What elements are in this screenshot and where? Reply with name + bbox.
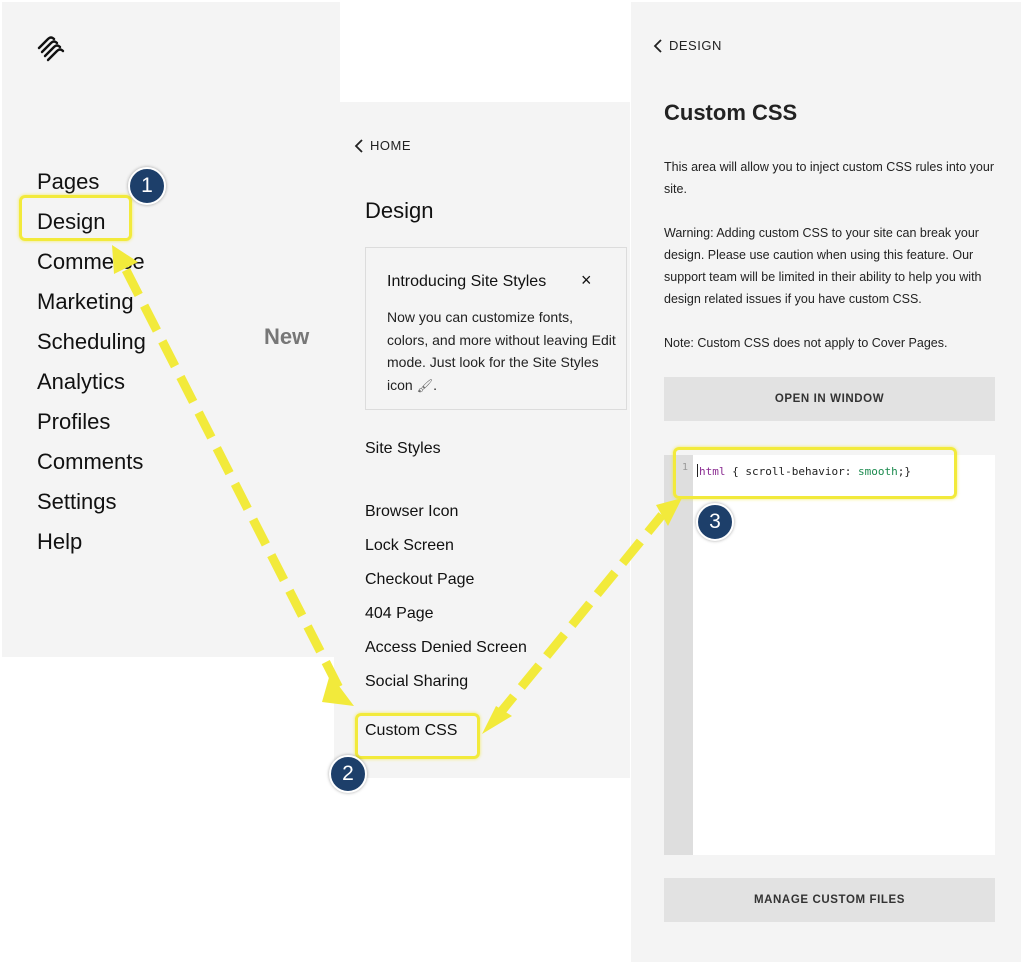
card-body: Now you can customize fonts, colors, and… <box>387 306 617 397</box>
list-item-lock-screen[interactable]: Lock Screen <box>365 529 527 563</box>
list-item-access-denied[interactable]: Access Denied Screen <box>365 631 527 665</box>
back-label: HOME <box>370 138 411 153</box>
chevron-left-icon <box>354 138 363 153</box>
open-in-window-button[interactable]: OPEN IN WINDOW <box>664 377 995 421</box>
intro-text: This area will allow you to inject custo… <box>664 160 994 196</box>
editor-gutter: 1 <box>664 455 693 855</box>
step-badge-3: 3 <box>696 503 734 541</box>
step-badge-2: 2 <box>329 755 367 793</box>
note-text: Note: Custom CSS does not apply to Cover… <box>664 336 948 350</box>
code-highlight <box>673 447 957 499</box>
site-styles-link[interactable]: Site Styles <box>365 440 441 458</box>
squarespace-logo-icon[interactable] <box>36 36 66 62</box>
step-badge-1: 1 <box>128 167 166 205</box>
nav-item-comments[interactable]: Comments <box>37 442 146 482</box>
design-panel: HOME Design Introducing Site Styles × No… <box>334 102 630 778</box>
list-item-social-sharing[interactable]: Social Sharing <box>365 665 527 699</box>
manage-custom-files-button[interactable]: MANAGE CUSTOM FILES <box>664 878 995 922</box>
page-title: Design <box>365 198 434 223</box>
site-styles-intro-card: Introducing Site Styles × Now you can cu… <box>365 247 627 410</box>
nav-item-help[interactable]: Help <box>37 522 146 562</box>
nav-item-commerce[interactable]: Commerce <box>37 242 146 282</box>
warning-text: Warning: Adding custom CSS to your site … <box>664 226 982 306</box>
new-badge: New <box>264 324 310 349</box>
list-item-404-page[interactable]: 404 Page <box>365 597 527 631</box>
nav-item-scheduling[interactable]: Scheduling <box>37 322 146 362</box>
list-item-browser-icon[interactable]: Browser Icon <box>365 495 527 529</box>
nav-item-settings[interactable]: Settings <box>37 482 146 522</box>
list-item-checkout-page[interactable]: Checkout Page <box>365 563 527 597</box>
design-settings-list: Browser Icon Lock Screen Checkout Page 4… <box>365 495 527 699</box>
back-label: DESIGN <box>669 38 722 53</box>
nav-item-analytics[interactable]: Analytics <box>37 362 146 402</box>
back-to-home-link[interactable]: HOME <box>354 138 411 153</box>
card-title: Introducing Site Styles <box>387 273 547 290</box>
nav-item-profiles[interactable]: Profiles <box>37 402 146 442</box>
card-body-end: . <box>433 376 437 393</box>
nav-item-marketing[interactable]: Marketing <box>37 282 146 322</box>
home-panel: Pages Design Commerce Marketing Scheduli… <box>2 2 340 657</box>
custom-css-highlight <box>355 713 480 759</box>
back-to-design-link[interactable]: DESIGN <box>653 38 722 53</box>
chevron-left-icon <box>653 38 662 53</box>
close-icon[interactable]: × <box>581 270 592 291</box>
page-title: Custom CSS <box>664 100 798 125</box>
paintbrush-icon: 🖌 <box>416 377 434 393</box>
design-highlight <box>19 195 132 241</box>
